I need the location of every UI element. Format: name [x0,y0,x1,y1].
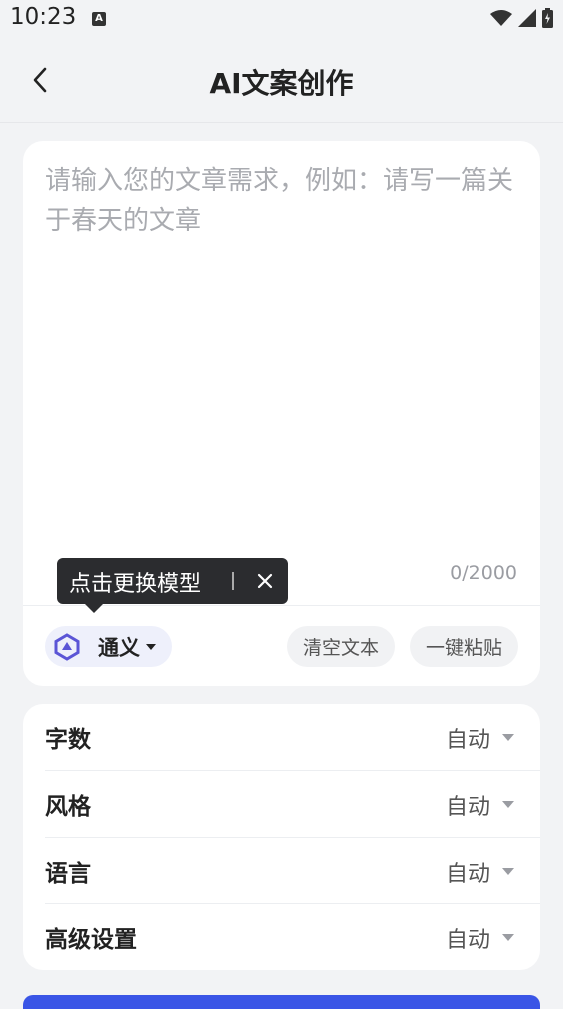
caret-down-icon [502,868,514,875]
char-count: 0/2000 [450,562,517,584]
notification-icon: A [92,12,106,26]
model-tooltip: 点击更换模型 [57,558,288,613]
status-icons [490,8,553,28]
setting-row-advanced[interactable]: 高级设置 自动 [45,903,540,970]
paste-button[interactable]: 一键粘贴 [410,626,518,667]
setting-row-word-count[interactable]: 字数 自动 [45,704,540,770]
wifi-icon [490,10,512,26]
setting-value: 自动 [445,728,490,753]
setting-label: 高级设置 [45,927,137,953]
signal-icon [518,9,536,27]
tooltip-arrow [85,604,103,613]
status-time: 10:23 [10,4,77,30]
article-request-input[interactable]: 请输入您的文章需求，例如：请写一篇关于春天的文章 [45,161,517,241]
model-name: 通义 [98,635,140,660]
setting-value: 自动 [445,928,490,953]
model-selector[interactable]: 通义 [45,626,172,667]
tooltip-text: 点击更换模型 [69,572,202,597]
setting-row-style[interactable]: 风格 自动 [45,770,540,837]
status-bar: 10:23 A [0,0,563,40]
battery-icon [542,8,553,28]
caret-down-icon [502,801,514,808]
page-title: AI文案创作 [209,67,354,100]
close-icon[interactable] [253,569,277,593]
generate-button-edge[interactable] [23,995,540,1009]
settings-card: 字数 自动 风格 自动 语言 自动 高级设置 自动 [23,704,540,970]
clear-text-button[interactable]: 清空文本 [287,626,395,667]
header: AI文案创作 [0,40,563,123]
setting-row-language[interactable]: 语言 自动 [45,837,540,904]
tooltip-separator [232,572,234,590]
setting-value: 自动 [445,862,490,887]
caret-down-icon [502,934,514,941]
setting-label: 语言 [45,861,91,887]
setting-label: 字数 [45,727,91,753]
setting-value: 自动 [445,795,490,820]
setting-label: 风格 [45,794,91,820]
tongyi-logo-icon [54,632,80,661]
caret-down-icon [146,643,156,650]
caret-down-icon [502,734,514,741]
